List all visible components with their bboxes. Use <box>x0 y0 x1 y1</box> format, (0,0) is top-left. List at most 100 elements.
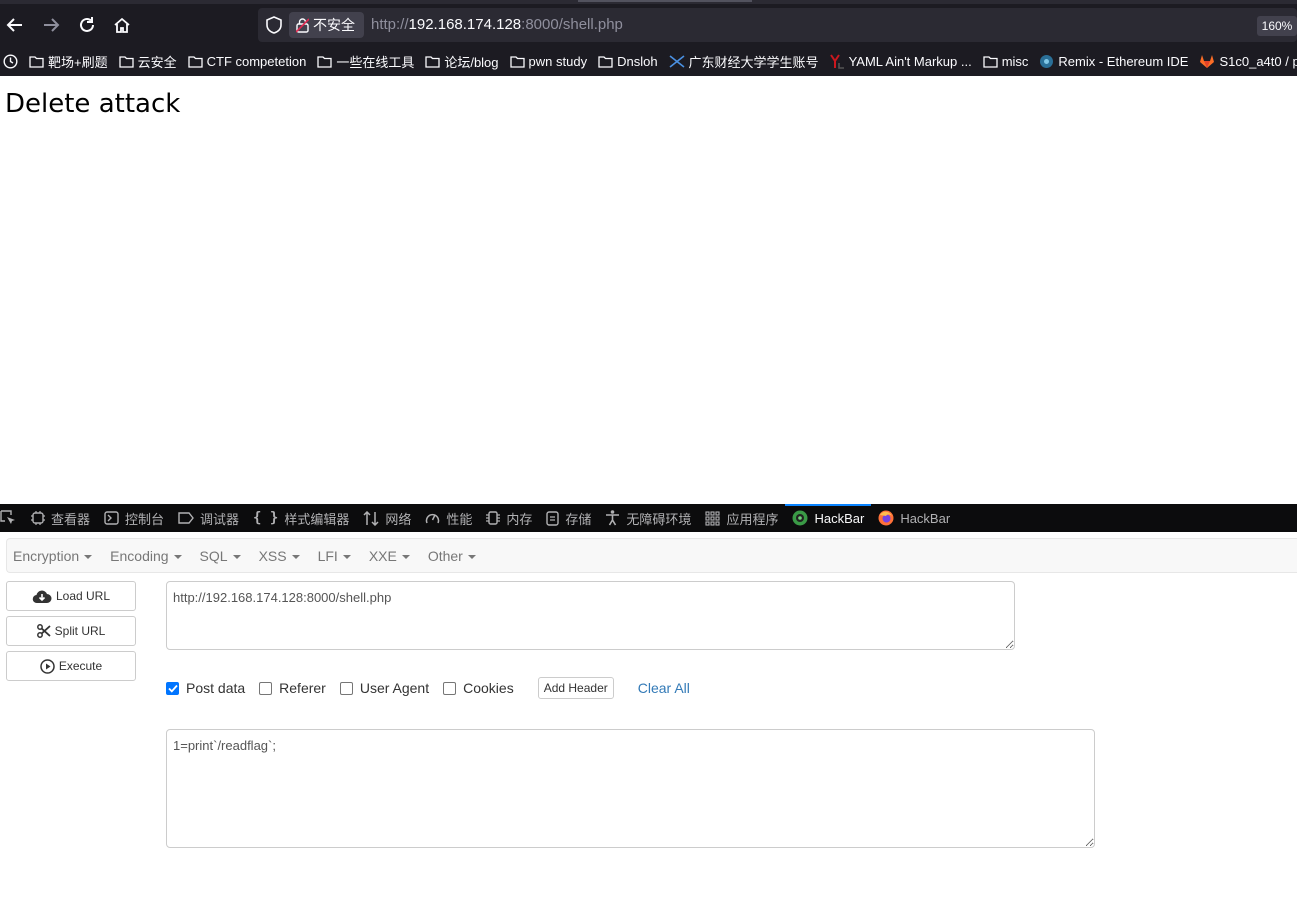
tab-label: 网络 <box>385 511 412 527</box>
menu-xxe[interactable]: XXE <box>369 548 410 564</box>
caret-down-icon <box>342 554 351 559</box>
tab-accessibility[interactable]: 无障碍环境 <box>598 504 698 532</box>
add-header-button[interactable]: Add Header <box>537 677 614 699</box>
url-text[interactable]: http://192.168.174.128:8000/shell.php <box>371 16 623 33</box>
url-path: :8000/shell.php <box>521 16 623 33</box>
forward-arrow-icon <box>44 18 60 32</box>
bookmark-item[interactable]: 云安全 <box>118 52 177 71</box>
folder-icon <box>509 55 525 68</box>
reload-icon <box>80 17 94 32</box>
folder-icon <box>118 55 134 68</box>
menu-label: XSS <box>258 547 287 564</box>
site-logo-icon <box>669 54 685 68</box>
load-url-button[interactable]: Load URL <box>6 581 136 611</box>
menu-encoding[interactable]: Encoding <box>110 548 182 564</box>
reload-button[interactable] <box>74 12 100 38</box>
bookmark-label: YAML Ain't Markup ... <box>848 53 972 69</box>
execute-button[interactable]: Execute <box>6 651 136 681</box>
broken-lock-icon <box>296 17 309 33</box>
tab-debugger[interactable]: 调试器 <box>171 504 246 532</box>
menu-sql[interactable]: SQL <box>200 548 241 564</box>
tracking-protection-shield-icon[interactable] <box>265 16 283 34</box>
user-agent-option[interactable]: User Agent <box>339 680 429 696</box>
history-button[interactable] <box>3 53 18 69</box>
tab-application[interactable]: 应用程序 <box>698 504 785 532</box>
bookmark-item[interactable]: 广东财经大学学生账号 <box>669 52 819 71</box>
bookmark-item[interactable]: 靶场+刷题 <box>29 52 108 71</box>
accessibility-icon <box>605 510 620 526</box>
referer-checkbox[interactable] <box>259 681 273 695</box>
yaml-logo-icon <box>829 53 845 69</box>
bookmarks-toolbar: 靶场+刷题 云安全 CTF competetion 一些在线工具 论坛/blog… <box>0 49 1297 73</box>
bookmark-item[interactable]: misc <box>983 54 1028 69</box>
bookmark-item[interactable]: S1c0_a4t0 / p <box>1199 54 1297 69</box>
menu-xss[interactable]: XSS <box>259 548 300 564</box>
tab-network[interactable]: 网络 <box>356 504 418 532</box>
cookies-option[interactable]: Cookies <box>443 680 514 696</box>
checkmark-icon <box>167 684 178 693</box>
back-arrow-icon <box>6 18 22 32</box>
back-button[interactable] <box>2 12 28 38</box>
tab-performance[interactable]: 性能 <box>418 504 479 532</box>
tab-console[interactable]: 控制台 <box>97 504 171 532</box>
tab-label: 内存 <box>506 511 533 527</box>
post-data-option[interactable]: Post data <box>166 680 245 696</box>
application-icon <box>705 510 720 526</box>
menu-label: Other <box>427 547 463 564</box>
tab-label: 应用程序 <box>726 511 779 527</box>
gitlab-logo-icon <box>1199 54 1215 69</box>
menu-label: XXE <box>368 547 397 564</box>
menu-other[interactable]: Other <box>428 548 476 564</box>
bookmark-item[interactable]: Dnsloh <box>598 54 658 69</box>
split-url-button[interactable]: Split URL <box>6 616 136 646</box>
url-textarea[interactable]: http://192.168.174.128:8000/shell.php <box>166 581 1015 650</box>
tab-storage[interactable]: 存储 <box>539 504 598 532</box>
bookmark-item[interactable]: pwn study <box>509 54 587 69</box>
tab-label: 控制台 <box>125 511 165 527</box>
caret-down-icon <box>173 554 182 559</box>
scissors-icon <box>36 624 51 638</box>
caret-down-icon <box>232 554 241 559</box>
hackbar-green-icon <box>792 510 808 526</box>
menu-encryption[interactable]: Encryption <box>13 548 93 564</box>
tab-inspector[interactable]: 查看器 <box>24 504 97 532</box>
zoom-level-button[interactable]: 160% <box>1257 16 1297 36</box>
console-icon <box>104 511 119 525</box>
tab-hackbar-firefox[interactable]: HackBar <box>871 504 957 532</box>
url-host: 192.168.174.128 <box>408 16 522 33</box>
insecure-connection-badge[interactable]: 不安全 <box>289 12 364 38</box>
home-button[interactable] <box>109 12 135 38</box>
post-data-checkbox[interactable] <box>166 681 179 695</box>
insecure-label: 不安全 <box>313 17 355 33</box>
active-tab-indicator <box>578 0 752 2</box>
tab-style-editor[interactable]: { } 样式编辑器 <box>246 504 356 532</box>
forward-button[interactable] <box>38 12 64 38</box>
menu-label: LFI <box>317 547 338 564</box>
element-picker-button[interactable] <box>0 504 24 532</box>
network-icon <box>363 510 379 526</box>
bookmark-label: S1c0_a4t0 / p <box>1219 53 1297 69</box>
bookmark-item[interactable]: Remix - Ethereum IDE <box>1039 54 1188 69</box>
tab-memory[interactable]: 内存 <box>479 504 539 532</box>
option-label: Post data <box>186 680 246 696</box>
browser-toolbar: 不安全 http://192.168.174.128:8000/shell.ph… <box>0 0 1297 76</box>
cloud-download-icon <box>32 589 52 604</box>
performance-icon <box>425 511 440 525</box>
bookmark-item[interactable]: 论坛/blog <box>425 52 499 71</box>
post-data-textarea[interactable]: 1=print`/readflag`; <box>166 729 1095 848</box>
cookies-checkbox[interactable] <box>443 681 457 695</box>
bookmark-item[interactable]: CTF competetion <box>187 54 306 69</box>
user-agent-checkbox[interactable] <box>339 681 353 695</box>
clear-all-link[interactable]: Clear All <box>638 680 690 696</box>
referer-option[interactable]: Referer <box>259 680 326 696</box>
request-options: Post data Referer User Agent Cookies Add… <box>166 676 690 700</box>
bookmark-item[interactable]: 一些在线工具 <box>317 52 414 71</box>
memory-icon <box>486 510 501 526</box>
menu-lfi[interactable]: LFI <box>318 548 351 564</box>
tab-label: HackBar <box>814 510 865 526</box>
bookmark-item[interactable]: YAML Ain't Markup ... <box>829 53 972 69</box>
button-label: Execute <box>58 659 103 673</box>
caret-down-icon <box>401 554 410 559</box>
tab-hackbar-active[interactable]: HackBar <box>785 504 872 532</box>
inspector-icon <box>31 511 45 525</box>
